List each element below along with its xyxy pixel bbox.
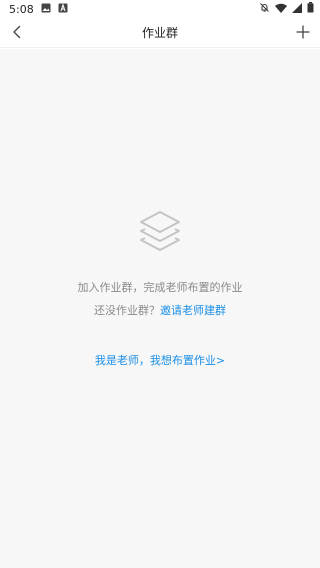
page-title: 作业群 (141, 26, 178, 40)
battery-icon (307, 2, 314, 16)
invite-teacher-link[interactable]: 邀请老师建群 (160, 304, 226, 317)
invite-line: 还没作业群？邀请老师建群 (0, 302, 320, 318)
back-button[interactable] (6, 22, 28, 44)
signal-icon (292, 2, 302, 16)
plus-icon (296, 24, 310, 43)
empty-state-area: 加入作业群，完成老师布置的作业 还没作业群？邀请老师建群 我是老师，我想布置作业… (0, 49, 320, 568)
image-icon (41, 3, 51, 16)
empty-message: 加入作业群，完成老师布置的作业 (77, 281, 243, 294)
bell-off-icon (259, 2, 270, 16)
chevron-left-icon (11, 24, 23, 43)
status-bar: 5:08 (0, 0, 320, 18)
app-header: 作业群 (0, 18, 320, 48)
status-time: 5:08 (9, 2, 34, 16)
wifi-icon (275, 3, 287, 16)
invite-prefix: 还没作业群？ (94, 304, 160, 317)
add-group-button[interactable] (292, 22, 314, 44)
status-right (259, 2, 314, 16)
status-left: 5:08 (9, 3, 68, 16)
notification-a-icon (58, 2, 68, 16)
teacher-assign-link[interactable]: 我是老师，我想布置作业> (0, 352, 320, 368)
layers-icon (137, 208, 183, 254)
